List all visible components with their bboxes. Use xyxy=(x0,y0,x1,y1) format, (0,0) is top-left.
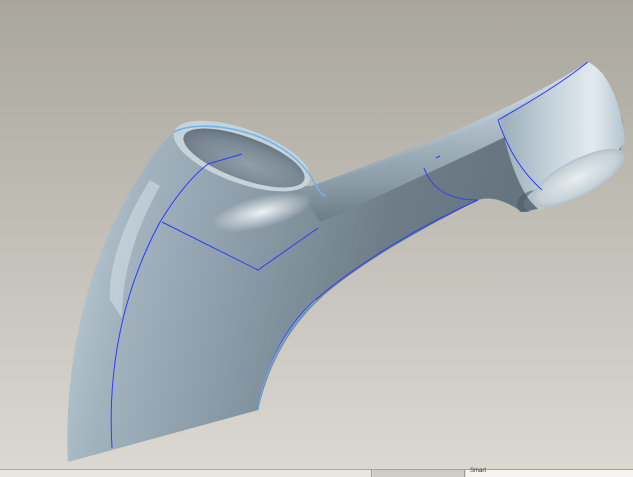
selection-filter-value: Smart xyxy=(470,468,487,474)
status-indicator-area xyxy=(373,470,465,477)
status-message-area xyxy=(0,470,372,477)
model-canvas[interactable] xyxy=(0,0,633,469)
status-bar: Smart xyxy=(0,468,633,477)
graphics-viewport[interactable] xyxy=(0,0,633,469)
selection-filter-dropdown[interactable]: Smart xyxy=(466,468,633,477)
